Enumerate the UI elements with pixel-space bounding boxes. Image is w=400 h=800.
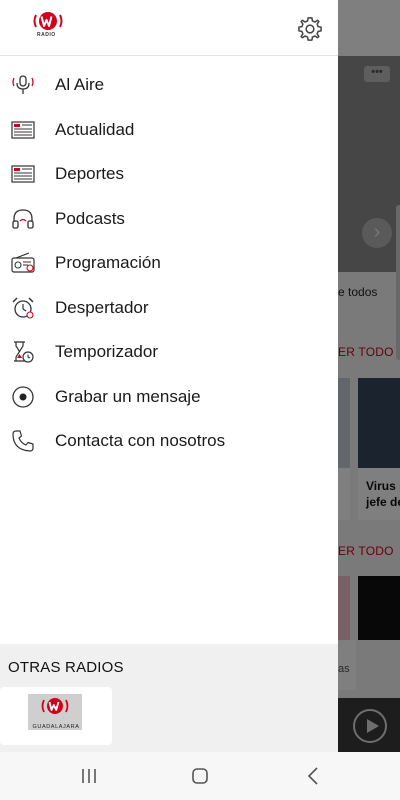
hourglass-icon [10, 339, 36, 365]
menu-item-podcasts[interactable]: Podcasts [0, 197, 338, 242]
menu-item-label: Podcasts [55, 208, 125, 228]
menu-item-label: Despertador [55, 297, 149, 317]
menu-item-grabar-mensaje[interactable]: Grabar un mensaje [0, 375, 338, 420]
radio-icon [10, 250, 36, 276]
menu-item-label: Programación [55, 253, 161, 273]
drawer-menu: Al Aire Actualidad Deportes Podcasts Pro… [0, 63, 338, 464]
drawer-header: RADIO [0, 0, 338, 56]
menu-item-deportes[interactable]: Deportes [0, 152, 338, 197]
menu-item-al-aire[interactable]: Al Aire [0, 63, 338, 108]
menu-item-programacion[interactable]: Programación [0, 241, 338, 286]
headphones-icon [10, 206, 36, 232]
settings-gear-icon[interactable] [296, 15, 324, 43]
phone-icon [10, 428, 36, 454]
menu-item-label: Actualidad [55, 119, 135, 139]
station-card-guadalajara[interactable]: GUADALAJARA [0, 687, 112, 745]
other-radios-section: OTRAS RADIOS GUADALAJARA [0, 644, 338, 752]
record-icon [10, 384, 36, 410]
system-nav-bar [0, 752, 400, 800]
back-icon[interactable] [300, 764, 326, 788]
newspaper-icon [10, 117, 36, 143]
menu-item-label: Deportes [55, 164, 124, 184]
menu-item-label: Al Aire [55, 75, 105, 95]
menu-item-despertador[interactable]: Despertador [0, 286, 338, 331]
logo-label: RADIO [37, 32, 56, 38]
w-radio-logo [41, 698, 69, 714]
recent-apps-icon[interactable] [76, 764, 102, 788]
menu-item-label: Temporizador [55, 342, 158, 362]
alarm-clock-icon [10, 295, 36, 321]
station-name: GUADALAJARA [32, 724, 80, 730]
menu-item-temporizador[interactable]: Temporizador [0, 330, 338, 375]
menu-item-contacta[interactable]: Contacta con nosotros [0, 419, 338, 464]
newspaper-icon [10, 161, 36, 187]
other-radios-title: OTRAS RADIOS [8, 659, 124, 676]
menu-item-actualidad[interactable]: Actualidad [0, 108, 338, 153]
home-icon[interactable] [187, 764, 213, 788]
menu-item-label: Grabar un mensaje [55, 386, 201, 406]
microphone-icon [10, 72, 36, 98]
navigation-drawer: RADIO Al Aire Actualidad Deportes Podcas… [0, 0, 338, 752]
menu-item-label: Contacta con nosotros [55, 431, 226, 451]
